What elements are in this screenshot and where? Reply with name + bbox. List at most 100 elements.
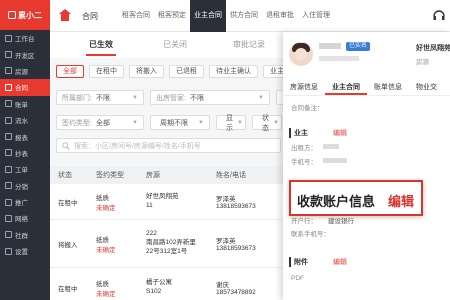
edit-account-button[interactable]: 编辑 (388, 191, 414, 210)
row-tenant: 罗泽英 13818593673 (210, 193, 280, 210)
filter-chip[interactable]: 已退租 (169, 65, 204, 78)
filter-chip[interactable]: 待业主确认 (209, 65, 258, 78)
filter-select[interactable]: 周期不限 ▼ (150, 115, 210, 130)
filter-select-value: 状态 (262, 114, 269, 132)
lessor-label: 出租方： (291, 145, 317, 152)
sidebar-item[interactable]: 开发区 (0, 46, 50, 62)
top-tab[interactable]: 业主合同 (190, 0, 226, 32)
filter-chip[interactable]: 在租中 (89, 65, 124, 78)
status-tab[interactable]: 已生效 (64, 32, 138, 58)
sidebar-item-icon (5, 198, 12, 206)
top-tab[interactable]: 租客合同 (118, 0, 154, 32)
table-header-cell: 房源 (146, 172, 160, 179)
top-tab[interactable]: 租客预定 (154, 0, 190, 32)
filter-chip[interactable]: 将搬入 (129, 65, 164, 78)
table-header-cell: 签约类型 (96, 172, 124, 179)
table-header-cell: 姓名/电话 (216, 172, 246, 179)
phone-label: 手机号： (291, 159, 317, 166)
apartment-subtitle: 房源 (416, 59, 429, 66)
sidebar-item-icon (5, 34, 12, 42)
filter-select[interactable]: 所属部门: 不限 ▼ (56, 90, 144, 105)
sidebar-item[interactable]: 设置 (0, 243, 50, 259)
contract-module-icon (59, 9, 71, 21)
sidebar-item[interactable]: 推广 (0, 194, 50, 210)
chevron-down-icon: ▼ (198, 119, 204, 126)
sidebar-item-label: 工作台 (15, 36, 35, 44)
sidebar: 累小二 工作台开发区房源合同账单 流水 报表 抄表 工单分销推广 网络社群设置 (0, 0, 50, 300)
tenant-name: 谢庆 (216, 282, 229, 289)
sidebar-item-icon (5, 100, 12, 108)
tenant-phone: 13818593673 (216, 245, 256, 252)
screen: 累小二 工作台 开发区 房源 合同 账单 流水 报表 抄表 工单 分销 推广 网络 社群 设置 合同 租客… (0, 0, 450, 300)
sidebar-item[interactable]: 工作台 (0, 30, 50, 46)
filter-select-value: 全部 (95, 119, 110, 127)
account-info-callout: 收款账户信息 编辑 (289, 180, 423, 216)
sidebar-item-icon (5, 214, 12, 222)
pdf-label: PDF (291, 275, 304, 282)
chevron-down-icon: ▼ (132, 94, 138, 101)
top-tab[interactable]: 入住管理 (298, 0, 334, 32)
search-placeholder: 搜索：小区/房间号/房源编号/姓名/手机号 (74, 142, 201, 150)
filter-select-value: 显示 (226, 114, 233, 132)
edit-owner-button[interactable]: 编辑 (333, 128, 347, 138)
row-house: 橘子公寓 S102 (146, 278, 172, 295)
sidebar-item[interactable]: 网络 (0, 210, 50, 226)
filter-chip[interactable]: 全部 (56, 65, 84, 78)
sidebar-item-label: 分销 (15, 183, 28, 191)
sidebar-item[interactable]: 报表 (0, 128, 50, 144)
sidebar-item-label: 社群 (15, 232, 28, 240)
lessor-blurred (323, 144, 339, 149)
sidebar-item[interactable]: 工单 (0, 161, 50, 177)
headset-icon[interactable] (432, 8, 446, 22)
sidebar-item-icon (5, 247, 12, 255)
filter-select[interactable]: 出房管家: 不限 ▼ (150, 90, 270, 105)
chevron-down-icon: ▼ (258, 94, 264, 101)
search-input[interactable]: 搜索：小区/房间号/房源编号/姓名/手机号 (56, 138, 281, 153)
top-tab[interactable]: 退租审批 (262, 0, 298, 32)
app-name: 累小二 (18, 10, 42, 20)
sidebar-item[interactable]: 流水 (0, 112, 50, 128)
bank-label: 开户行： (291, 218, 317, 225)
filter-select-label: 所属部门: (62, 94, 92, 102)
sidebar-item-icon (5, 67, 12, 75)
sign-type-value: 纸质 (96, 236, 109, 244)
sidebar-item[interactable]: 分销 (0, 178, 50, 194)
sidebar-item[interactable]: 社群 (0, 227, 50, 243)
panel-tab[interactable]: 房源信息 (283, 80, 325, 95)
sidebar-item-label: 房源 (15, 68, 28, 76)
sidebar-item[interactable]: 抄表 (0, 145, 50, 161)
sidebar-item[interactable]: 账单 (0, 96, 50, 112)
row-status: 将搬入 (58, 241, 78, 249)
filter-select[interactable]: 状态 ▼ (252, 114, 282, 132)
avatar (289, 42, 313, 66)
status-tab[interactable]: 审批记录 (212, 32, 286, 58)
sidebar-item-icon (5, 83, 12, 91)
top-bar: 合同 租客合同 租客预定 业主合同 供方合同 退租审批 入住管理 (50, 0, 450, 32)
filter-select-label: 签约类型: (62, 119, 92, 127)
panel-tab[interactable]: 物业交 (409, 80, 444, 95)
filter-row-2: 签约类型: 全部 ▼ 周期不限 ▼ 显示 ▼ 状态 ▼ (56, 114, 282, 132)
filter-select[interactable]: 显示 ▼ (216, 114, 246, 132)
owner-section-title: 业主 (289, 128, 308, 138)
sidebar-item-icon (5, 165, 12, 173)
panel-tab[interactable]: 账单信息 (367, 80, 409, 95)
bank-value: 建设银行 (328, 218, 354, 225)
chevron-down-icon: ▼ (237, 119, 243, 126)
tenant-phone: 13818593673 (216, 203, 256, 210)
status-tab[interactable]: 已关闭 (138, 32, 212, 58)
table-header-cell: 状态 (58, 172, 72, 179)
panel-tab[interactable]: 业主合同 (325, 80, 367, 95)
top-tab[interactable]: 供方合同 (226, 0, 262, 32)
filter-select[interactable]: 签约类型: 全部 ▼ (56, 115, 144, 130)
sidebar-item[interactable]: 房源 (0, 63, 50, 79)
sidebar-item-icon (5, 182, 12, 190)
sidebar-item-icon (5, 133, 12, 141)
sign-type-value: 纸质 (96, 280, 109, 288)
sidebar-item[interactable]: 合同 (0, 79, 50, 96)
sidebar-item-label: 合同 (15, 85, 28, 93)
row-status: 在租中 (58, 199, 78, 207)
phone-blurred (323, 158, 347, 163)
edit-attachment-button[interactable]: 编辑 (333, 257, 347, 267)
row-house: 222 南昌路102弄新里 22号312室1号 (146, 230, 196, 255)
app-logo[interactable]: 累小二 (0, 0, 50, 30)
